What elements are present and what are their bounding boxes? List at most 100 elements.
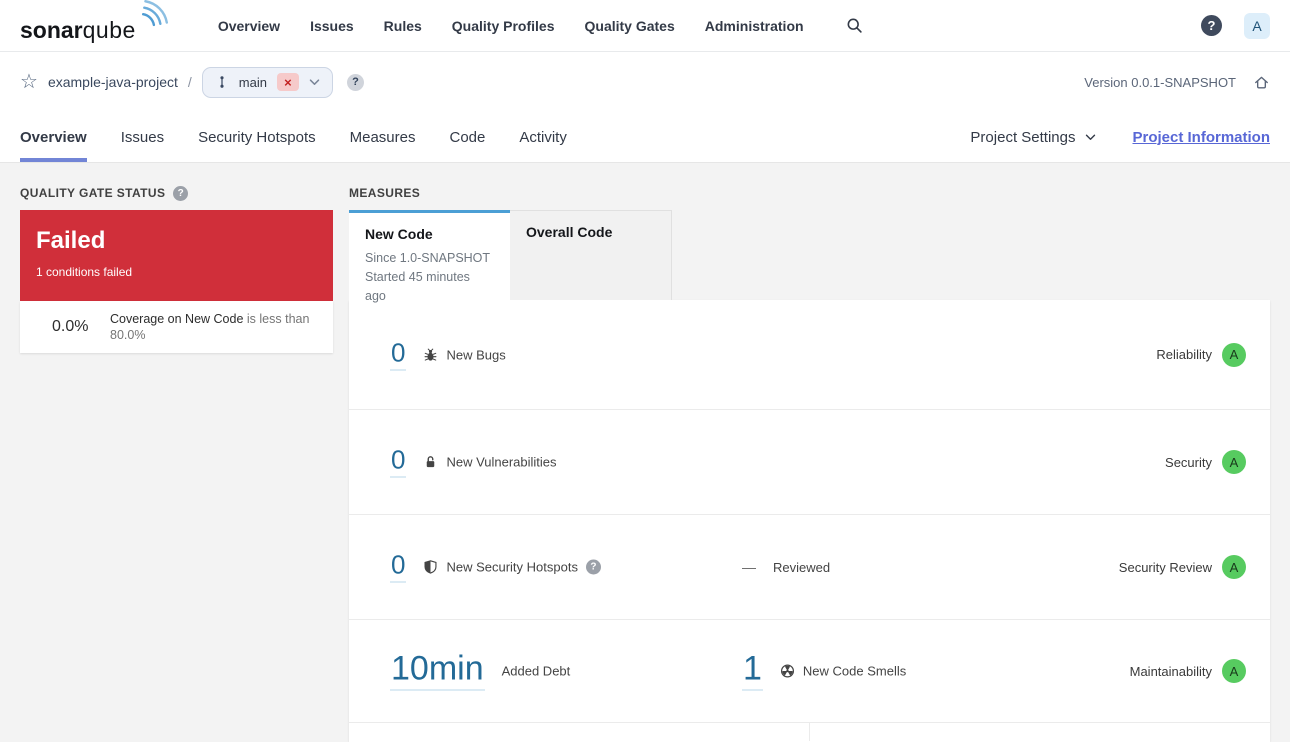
hotspots-help-icon[interactable]: ? bbox=[585, 559, 601, 575]
measure-row-security-hotspots: 0 New Security Hotspots ? — Reviewed Sec… bbox=[349, 515, 1270, 620]
nav-right-cluster: ? A bbox=[1201, 12, 1270, 39]
project-settings-label: Project Settings bbox=[970, 128, 1076, 146]
tab-issues[interactable]: Issues bbox=[121, 112, 164, 162]
nav-administration[interactable]: Administration bbox=[705, 18, 804, 34]
breadcrumb-separator: / bbox=[187, 74, 192, 90]
version-label: Version 0.0.1-SNAPSHOT bbox=[1084, 74, 1236, 90]
lock-icon bbox=[423, 455, 438, 470]
reliability-rating-badge: A bbox=[1222, 342, 1246, 367]
reviewed-dash: — bbox=[742, 559, 756, 575]
tab-measures[interactable]: Measures bbox=[350, 112, 416, 162]
added-debt-text: Added Debt bbox=[501, 663, 571, 679]
logo-text-light: qube bbox=[82, 16, 136, 43]
new-security-hotspots-text: New Security Hotspots bbox=[446, 559, 578, 575]
branch-selector[interactable]: main × bbox=[201, 66, 333, 98]
new-bugs-count-link[interactable]: 0 bbox=[390, 339, 407, 370]
tab-overview[interactable]: Overview bbox=[20, 112, 87, 162]
new-bugs-label: New Bugs bbox=[423, 347, 506, 362]
security-review-label: Security Review bbox=[1118, 559, 1212, 575]
project-tabs: Overview Issues Security Hotspots Measur… bbox=[20, 112, 1270, 162]
measures-section: MEASURES New Code Since 1.0-SNAPSHOT Sta… bbox=[349, 186, 1270, 742]
help-icon[interactable]: ? bbox=[1201, 15, 1222, 36]
project-settings-menu[interactable]: Project Settings bbox=[970, 129, 1096, 146]
nav-projects[interactable]: Overview bbox=[218, 18, 280, 34]
failed-condition-row[interactable]: 0.0% Coverage on New Code is less than 8… bbox=[20, 301, 333, 353]
added-debt-label: Added Debt bbox=[502, 664, 571, 679]
quality-gate-banner: Failed 1 conditions failed bbox=[20, 210, 333, 301]
new-code-smells-text: New Code Smells bbox=[802, 663, 907, 679]
nav-issues[interactable]: Issues bbox=[310, 18, 354, 34]
reviewed-label: Reviewed bbox=[773, 560, 830, 575]
nav-rules[interactable]: Rules bbox=[384, 18, 422, 34]
branch-name: main bbox=[238, 74, 267, 90]
security-label: Security bbox=[1165, 454, 1212, 470]
overall-code-tab-label: Overall Code bbox=[526, 224, 613, 240]
measures-panel: 0 New Bugs Reliability A 0 New Vulnerabi… bbox=[349, 300, 1270, 742]
sonarqube-logo[interactable]: sonar qube bbox=[20, 0, 172, 44]
header-meta: Version 0.0.1-SNAPSHOT bbox=[1084, 74, 1270, 91]
new-bugs-text: New Bugs bbox=[446, 347, 506, 362]
overview-content: QUALITY GATE STATUS ? Failed 1 condition… bbox=[0, 163, 1290, 742]
main-nav: Overview Issues Rules Quality Profiles Q… bbox=[218, 17, 863, 34]
quality-gate-heading: QUALITY GATE STATUS ? bbox=[20, 185, 333, 201]
maintainability-rating-badge: A bbox=[1222, 659, 1246, 683]
reliability-label: Reliability bbox=[1156, 347, 1212, 362]
nav-quality-gates[interactable]: Quality Gates bbox=[585, 18, 675, 34]
measure-row-maintainability: 10min Added Debt 1 New Code Smells Maint… bbox=[349, 620, 1270, 723]
top-navigation: sonar qube Overview Issues Rules Quality … bbox=[0, 0, 1290, 52]
reviewed-text: Reviewed bbox=[773, 559, 831, 575]
new-security-hotspots-label: New Security Hotspots ? bbox=[423, 559, 601, 575]
condition-description: Coverage on New Code is less than 80.0% bbox=[110, 311, 317, 343]
avatar[interactable]: A bbox=[1244, 12, 1270, 39]
new-security-hotspots-count-link[interactable]: 0 bbox=[390, 552, 407, 583]
tab-new-code[interactable]: New Code Since 1.0-SNAPSHOT Started 45 m… bbox=[349, 210, 510, 303]
chevron-down-icon bbox=[1085, 134, 1096, 141]
new-vulnerabilities-count-link[interactable]: 0 bbox=[390, 447, 407, 478]
home-icon[interactable] bbox=[1253, 74, 1270, 91]
quality-gate-help-icon[interactable]: ? bbox=[173, 185, 189, 201]
new-code-tab-label: New Code bbox=[365, 226, 433, 242]
security-rating-badge: A bbox=[1222, 450, 1246, 474]
breadcrumb: ☆ example-java-project / main × ? Versio… bbox=[20, 52, 1270, 112]
nav-quality-profiles[interactable]: Quality Profiles bbox=[452, 18, 555, 34]
chevron-down-icon bbox=[309, 78, 320, 86]
measure-row-bugs: 0 New Bugs Reliability A bbox=[349, 300, 1270, 410]
quality-gate-section: QUALITY GATE STATUS ? Failed 1 condition… bbox=[20, 185, 333, 742]
new-code-smells-count-link[interactable]: 1 bbox=[742, 652, 763, 691]
shield-icon bbox=[423, 560, 438, 575]
quality-gate-heading-label: QUALITY GATE STATUS bbox=[20, 186, 166, 200]
coverage-cell-partial bbox=[349, 723, 810, 741]
measure-row-partial bbox=[349, 723, 1270, 741]
breadcrumb-project-link[interactable]: example-java-project bbox=[48, 74, 178, 90]
new-vulnerabilities-label: New Vulnerabilities bbox=[423, 454, 557, 470]
branch-help-icon[interactable]: ? bbox=[346, 73, 364, 91]
bug-icon bbox=[423, 347, 438, 362]
security-review-rating-badge: A bbox=[1222, 555, 1246, 579]
added-debt-link[interactable]: 10min bbox=[390, 652, 485, 691]
search-icon[interactable] bbox=[846, 17, 863, 34]
branch-failed-badge[interactable]: × bbox=[276, 73, 299, 91]
condition-metric: Coverage on New Code bbox=[110, 312, 244, 326]
tab-overall-code[interactable]: Overall Code bbox=[510, 210, 672, 300]
favorite-star-icon[interactable]: ☆ bbox=[20, 72, 38, 92]
maintainability-label: Maintainability bbox=[1129, 663, 1212, 679]
project-header: ☆ example-java-project / main × ? Versio… bbox=[0, 52, 1290, 163]
logo-swoosh-icon bbox=[138, 0, 172, 29]
measures-tabs: New Code Since 1.0-SNAPSHOT Started 45 m… bbox=[349, 210, 1270, 303]
new-code-since: Since 1.0-SNAPSHOT bbox=[365, 251, 491, 265]
tab-security-hotspots[interactable]: Security Hotspots bbox=[198, 112, 316, 162]
tab-activity[interactable]: Activity bbox=[519, 112, 567, 162]
tab-row-actions: Project Settings Project Information bbox=[970, 112, 1270, 162]
quality-gate-conditions-count: 1 conditions failed bbox=[36, 265, 133, 279]
tab-code[interactable]: Code bbox=[449, 112, 485, 162]
branch-icon bbox=[215, 74, 229, 90]
project-information-link[interactable]: Project Information bbox=[1132, 129, 1270, 146]
measures-heading: MEASURES bbox=[349, 186, 421, 200]
condition-value: 0.0% bbox=[52, 318, 89, 335]
measure-row-vulnerabilities: 0 New Vulnerabilities Security A bbox=[349, 410, 1270, 515]
quality-gate-status: Failed bbox=[36, 227, 106, 254]
code-smell-icon bbox=[780, 664, 795, 679]
new-code-smells-label: New Code Smells bbox=[780, 664, 906, 679]
new-vulnerabilities-text: New Vulnerabilities bbox=[446, 454, 557, 470]
logo-text-bold: sonar bbox=[20, 16, 83, 43]
